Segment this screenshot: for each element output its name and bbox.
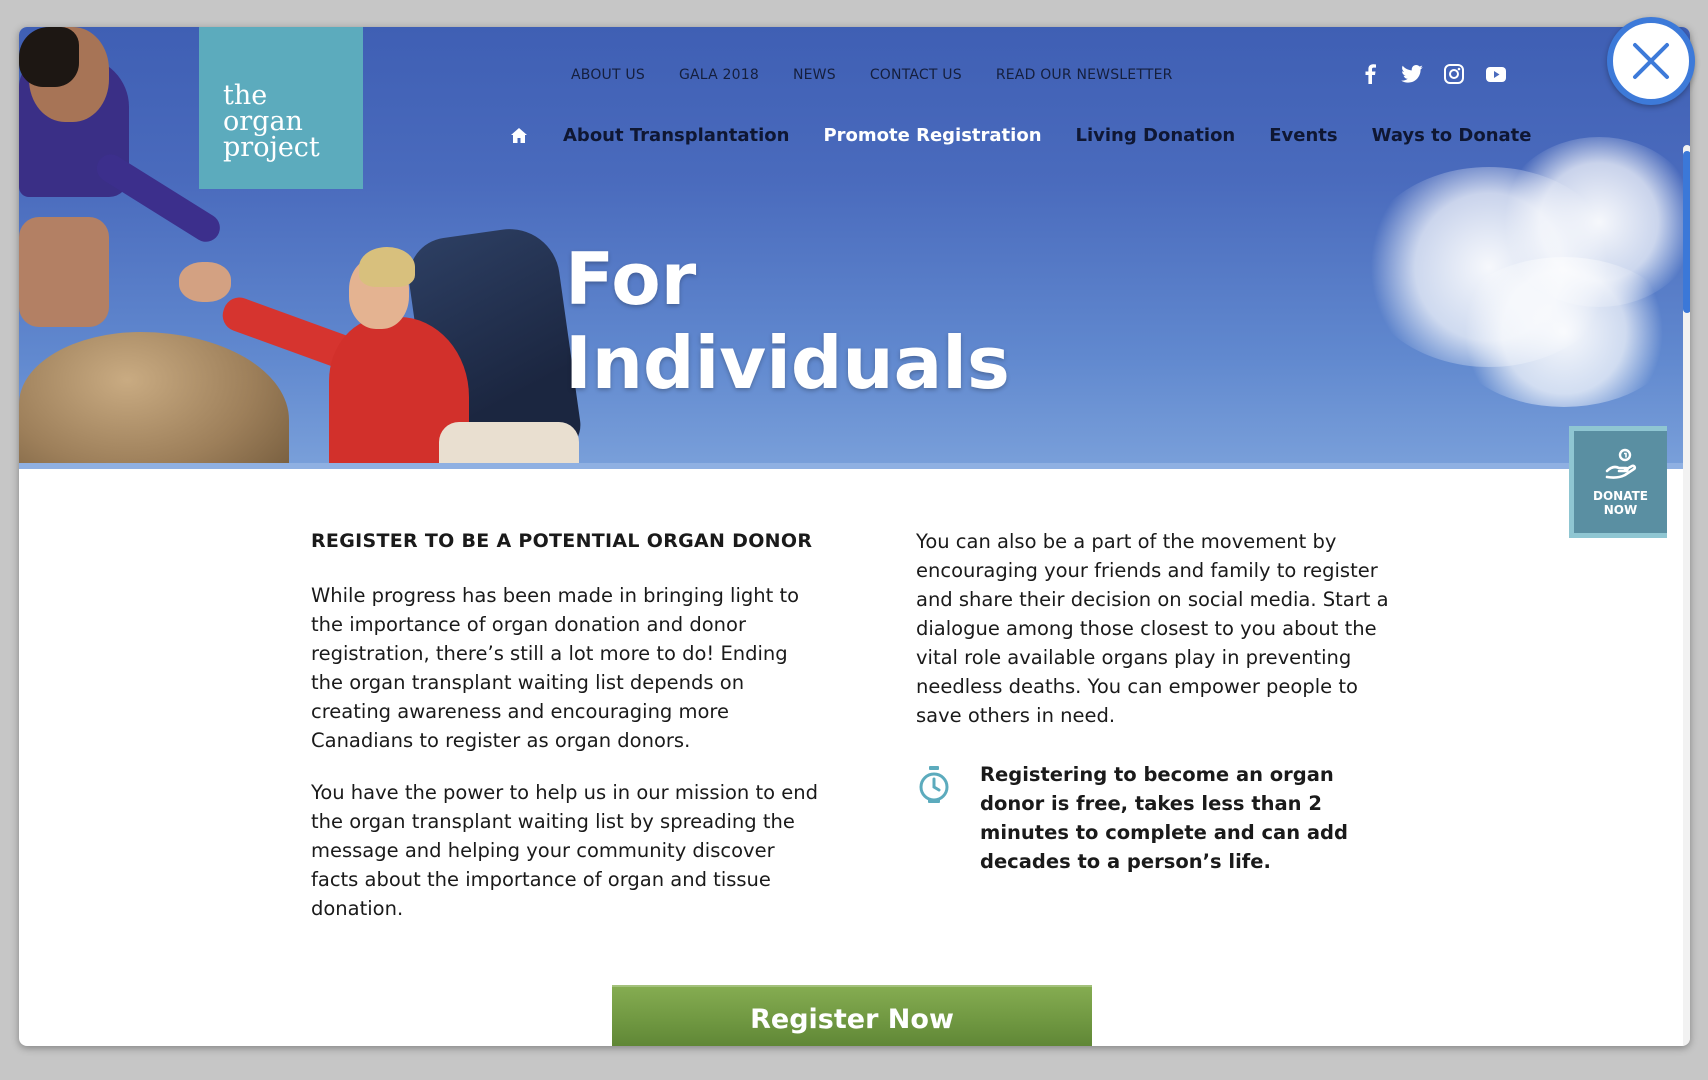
social-links (1359, 63, 1507, 85)
utility-nav: ABOUT US GALA 2018 NEWS CONTACT US READ … (571, 67, 1173, 83)
cloud-shape (1449, 257, 1679, 407)
body-paragraph: You have the power to help us in our mis… (311, 781, 818, 920)
callout-text: Registering to become an organ donor is … (980, 763, 1348, 873)
body-paragraph: You can also be a part of the movement b… (916, 530, 1389, 727)
nav-promote-registration[interactable]: Promote Registration (823, 125, 1041, 146)
topnav-about-us[interactable]: ABOUT US (571, 67, 645, 83)
content-left-column: REGISTER TO BE A POTENTIAL ORGAN DONOR W… (311, 527, 821, 946)
donate-now-button[interactable]: DONATE NOW (1569, 426, 1667, 538)
climber-shape (19, 27, 79, 87)
facebook-icon[interactable] (1359, 63, 1381, 85)
climber-shape (439, 422, 579, 469)
topnav-news[interactable]: NEWS (793, 67, 836, 83)
hands-shape (179, 262, 231, 302)
climber-shape (19, 217, 109, 327)
nav-living-donation[interactable]: Living Donation (1076, 125, 1236, 146)
hero-banner: the organ project ABOUT US GALA 2018 NEW… (19, 27, 1690, 469)
close-icon (1633, 43, 1669, 79)
stopwatch-icon (916, 766, 952, 803)
topnav-newsletter[interactable]: READ OUR NEWSLETTER (996, 67, 1173, 83)
site-logo[interactable]: the organ project (199, 27, 363, 189)
nav-events[interactable]: Events (1269, 125, 1337, 146)
hero-divider (19, 463, 1690, 469)
donate-label-line: NOW (1603, 503, 1638, 517)
page-title-line: Individuals (565, 321, 1010, 405)
register-now-button[interactable]: Register Now (612, 985, 1092, 1046)
donate-hand-coin-icon (1603, 447, 1639, 483)
nav-ways-to-donate[interactable]: Ways to Donate (1372, 125, 1532, 146)
page-modal: the organ project ABOUT US GALA 2018 NEW… (19, 27, 1690, 1046)
instagram-icon[interactable] (1443, 63, 1465, 85)
body-paragraph: While progress has been made in bringing… (311, 584, 800, 752)
page-title-line: For (565, 237, 697, 321)
section-heading: REGISTER TO BE A POTENTIAL ORGAN DONOR (311, 530, 813, 552)
callout: Registering to become an organ donor is … (916, 760, 1406, 876)
rock-photo-shape (19, 332, 289, 469)
youtube-icon[interactable] (1485, 63, 1507, 85)
close-modal-button[interactable] (1607, 17, 1695, 105)
nav-about-transplantation[interactable]: About Transplantation (563, 125, 789, 146)
home-icon[interactable] (511, 127, 529, 145)
topnav-contact-us[interactable]: CONTACT US (870, 67, 962, 83)
main-nav: About Transplantation Promote Registrati… (511, 125, 1531, 146)
page-title: For Individuals (565, 237, 1010, 405)
topnav-gala-2018[interactable]: GALA 2018 (679, 67, 759, 83)
logo-line: project (223, 132, 320, 163)
donate-label-line: DONATE (1593, 489, 1648, 503)
content-right-column: You can also be a part of the movement b… (916, 527, 1406, 876)
scrollbar-thumb[interactable] (1683, 151, 1690, 313)
climber-shape (359, 247, 415, 287)
twitter-icon[interactable] (1401, 63, 1423, 85)
